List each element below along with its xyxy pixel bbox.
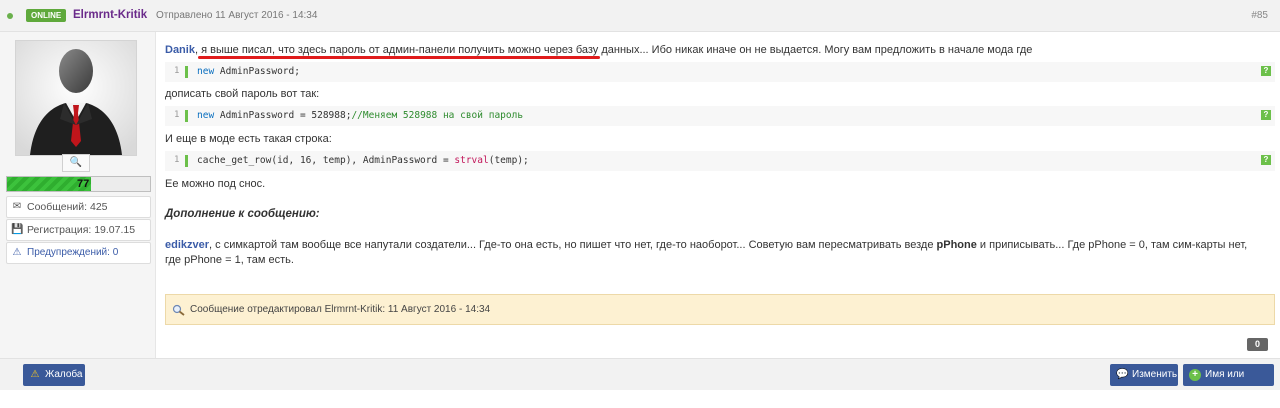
code-gutter-bar xyxy=(185,110,188,122)
paragraph-5-text-a: , с симкартой там вообще все напутали со… xyxy=(209,239,937,251)
highlight-underline xyxy=(198,56,600,59)
code-gutter-bar xyxy=(185,155,188,167)
post-paragraph-1: Danik, я выше писал, что здесь пароль от… xyxy=(165,44,1032,56)
registration-label: Регистрация: 19.07.15 xyxy=(27,224,136,236)
magnifier-icon xyxy=(172,304,185,316)
report-button-label: Жалоба xyxy=(45,369,83,380)
code-line-number: 1 xyxy=(174,66,180,76)
post-header: ONLINE Elrmrnt-Kritik Отправлено 11 Авгу… xyxy=(0,0,1280,32)
avatar[interactable] xyxy=(15,40,137,156)
warning-icon: ⚠ xyxy=(30,369,40,380)
floppy-disk-icon: 💾 xyxy=(11,224,24,235)
edit-button-label: Изменить xyxy=(1132,369,1178,380)
reputation-count-badge[interactable]: 0 xyxy=(1247,338,1268,351)
code-help-button[interactable]: ? xyxy=(1261,155,1271,165)
user-silhouette-icon xyxy=(16,41,136,155)
code-line-number: 1 xyxy=(174,110,180,120)
reputation-value: 77 xyxy=(77,178,90,190)
warning-icon: ⚠ xyxy=(12,247,22,258)
code-body: AdminPassword = 528988; xyxy=(214,110,352,121)
envelope-icon: ✉ xyxy=(12,201,22,212)
code-keyword: new xyxy=(197,110,215,121)
mention-danik[interactable]: Danik xyxy=(165,44,195,56)
post-paragraph-5: edikzver, с симкартой там вообще все нап… xyxy=(165,238,1255,268)
speech-bubble-icon: 💬 xyxy=(1116,369,1129,380)
code-function: strval xyxy=(454,155,489,166)
code-text: cache_get_row(id, 16, temp), AdminPasswo… xyxy=(197,155,529,166)
paragraph-1-text: , я выше писал, что здесь пароль от адми… xyxy=(194,44,1033,56)
author-sidebar: 🔍 77 ✉ Сообщений: 425 💾 Регистрация: 19.… xyxy=(0,32,156,358)
online-badge: ONLINE xyxy=(26,9,67,22)
messages-label: Сообщений: 425 xyxy=(27,201,108,213)
post-paragraph-3: И еще в моде есть такая строка: xyxy=(165,133,332,145)
paragraph-5-bold: pPhone xyxy=(936,239,977,251)
code-body: cache_get_row(id, 16, temp), AdminPasswo… xyxy=(197,155,455,166)
code-line-number: 1 xyxy=(174,155,180,165)
code-text: new AdminPassword = 528988;//Меняем 5289… xyxy=(197,110,523,121)
post-paragraph-2: дописать свой пароль вот так: xyxy=(165,88,320,100)
report-button[interactable]: ⚠ Жалоба xyxy=(23,364,85,386)
post-footer: ⚠ Жалоба 💬 Изменить + Имя или цитата xyxy=(0,358,1280,402)
profile-card-icon: 🔍 xyxy=(69,157,83,168)
code-body: AdminPassword; xyxy=(214,66,300,77)
quote-button-label: Имя или цитата xyxy=(1205,369,1245,402)
post-paragraph-4: Ее можно под снос. xyxy=(165,178,266,190)
code-gutter-bar xyxy=(185,66,188,78)
post-number-link[interactable]: #85 xyxy=(1251,10,1268,21)
post-date: Отправлено 11 Август 2016 - 14:34 xyxy=(156,10,318,21)
online-status-dot xyxy=(7,13,13,19)
quote-button[interactable]: + Имя или цитата xyxy=(1183,364,1274,402)
plus-icon: + xyxy=(1189,369,1201,381)
code-body-end: (temp); xyxy=(488,155,529,166)
registration-date: 💾 Регистрация: 19.07.15 xyxy=(6,219,151,241)
profile-card-button[interactable]: 🔍 xyxy=(62,154,90,172)
code-block-2: 1 new AdminPassword = 528988;//Меняем 52… xyxy=(165,106,1275,126)
warnings-count[interactable]: ⚠ Предупреждений: 0 xyxy=(6,242,151,264)
edit-notice-text: Сообщение отредактировал Elrmrnt-Kritik:… xyxy=(190,304,491,315)
post-content: Danik, я выше писал, что здесь пароль от… xyxy=(165,32,1275,358)
code-help-button[interactable]: ? xyxy=(1261,110,1271,120)
warnings-label[interactable]: Предупреждений: 0 xyxy=(27,247,118,258)
author-name-link[interactable]: Elrmrnt-Kritik xyxy=(73,9,147,21)
messages-count: ✉ Сообщений: 425 xyxy=(6,196,151,218)
code-help-button[interactable]: ? xyxy=(1261,66,1271,76)
reputation-bar: 77 xyxy=(6,176,151,192)
edit-button[interactable]: 💬 Изменить xyxy=(1110,364,1178,386)
code-comment: //Меняем 528988 на свой пароль xyxy=(351,110,524,121)
code-keyword: new xyxy=(197,66,215,77)
code-block-3: 1 cache_get_row(id, 16, temp), AdminPass… xyxy=(165,151,1275,171)
edit-notice: Сообщение отредактировал Elrmrnt-Kritik:… xyxy=(165,294,1275,325)
addendum-title: Дополнение к сообщению: xyxy=(165,208,320,220)
code-text: new AdminPassword; xyxy=(197,66,300,77)
code-block-1: 1 new AdminPassword; ? xyxy=(165,62,1275,82)
mention-edikzver[interactable]: edikzver xyxy=(165,239,209,251)
